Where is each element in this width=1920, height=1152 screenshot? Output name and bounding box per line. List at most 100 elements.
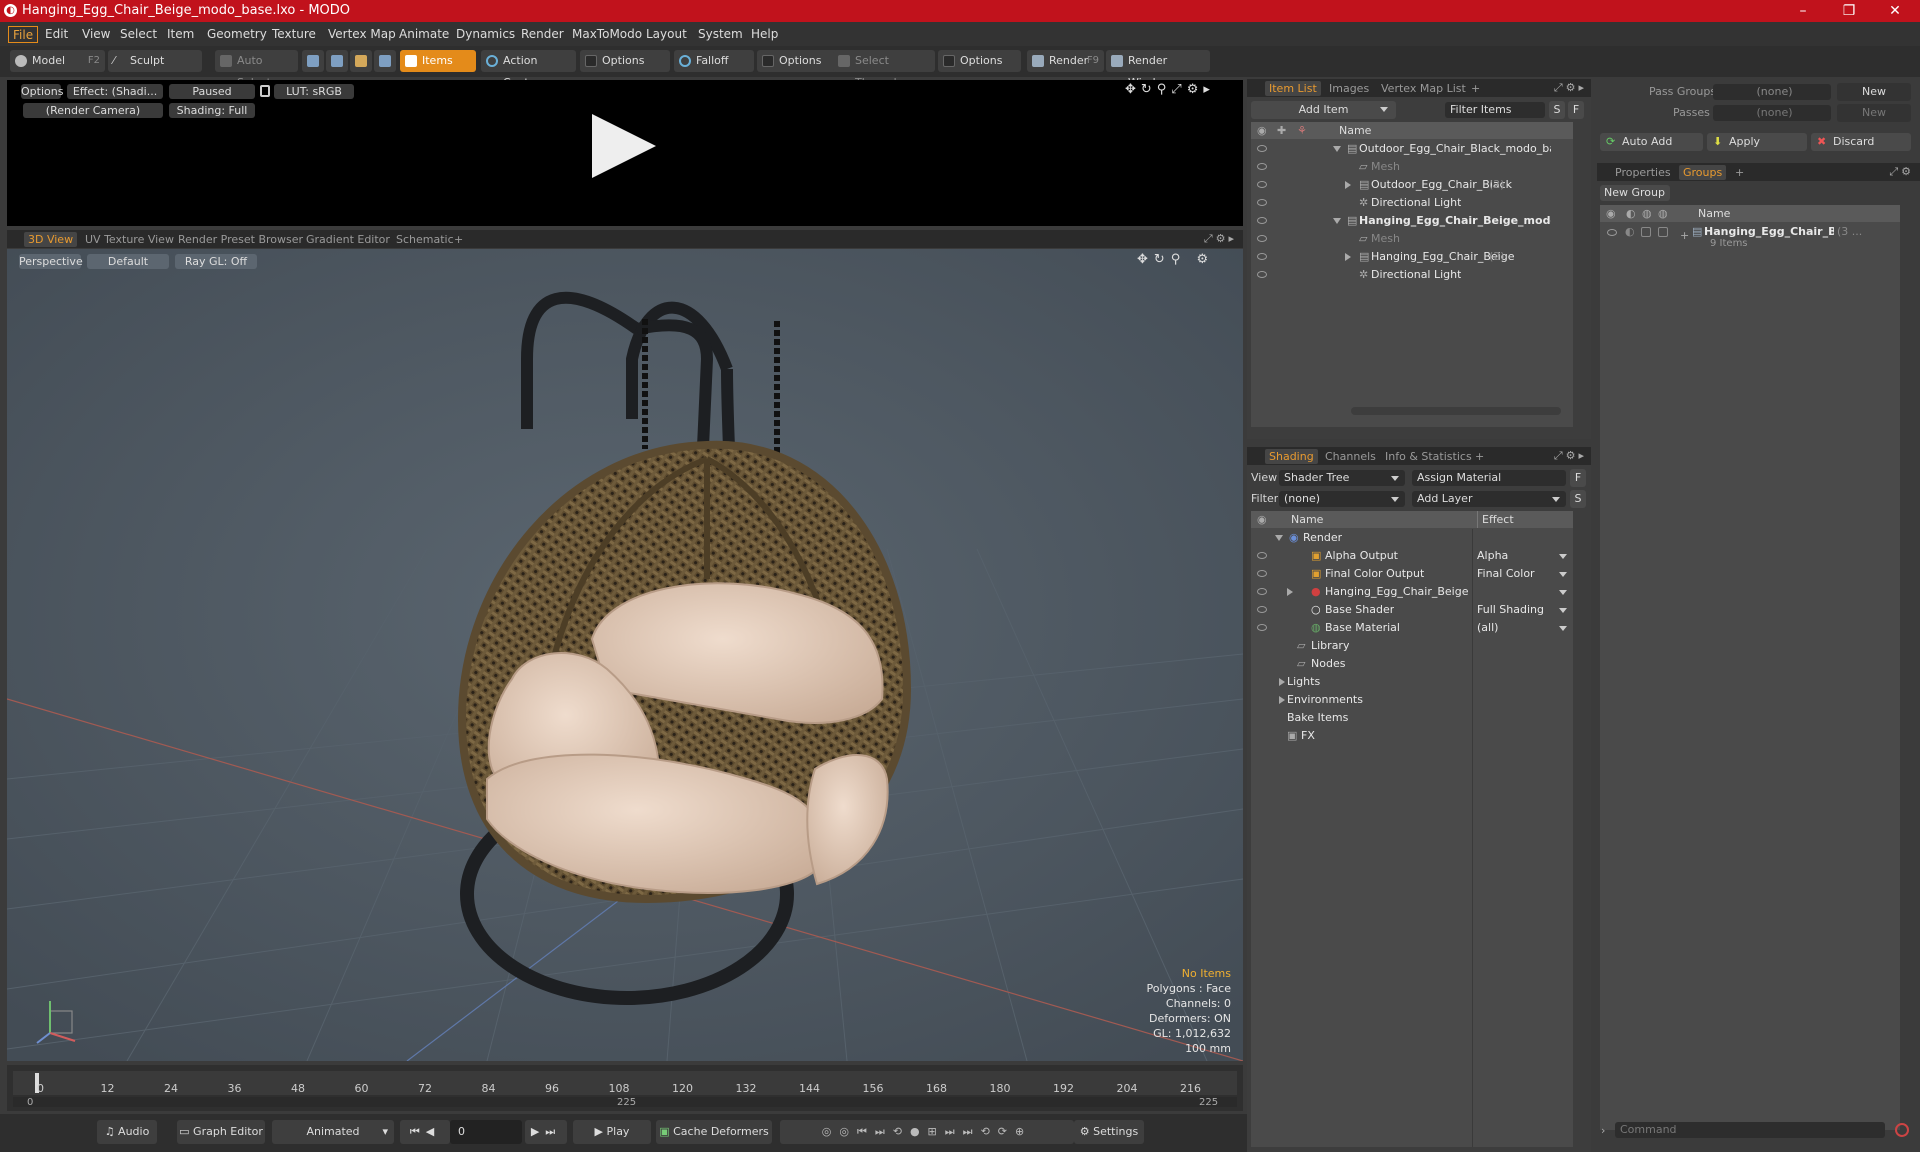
shader-tree-row[interactable]: ▣ FX — [1251, 727, 1573, 745]
item-list-row[interactable]: ▤Outdoor_Egg_Chair_Black_modo_base.lxo — [1251, 140, 1573, 158]
command-expand-icon[interactable]: › — [1601, 1124, 1605, 1137]
settings-button[interactable]: ⚙ Settings — [1074, 1120, 1144, 1144]
shader-tree-row[interactable]: ▱ Nodes — [1251, 655, 1573, 673]
audio-button[interactable]: ♫ Audio — [97, 1120, 157, 1144]
menu-maxtomodo[interactable]: MaxToModo — [568, 26, 646, 43]
tab-gradient-editor[interactable]: Gradient Editor — [302, 232, 394, 247]
menu-layout[interactable]: Layout — [642, 26, 691, 43]
new-pass-group-button[interactable]: New — [1837, 83, 1911, 101]
viewport-nav-icons[interactable]: ✥↻⚲ ⚙ — [1137, 252, 1214, 267]
item-list-row[interactable]: ✲ Directional Light — [1251, 266, 1573, 284]
3d-viewport[interactable]: Perspective Default Ray GL: Off ✥↻⚲ ⚙ No… — [7, 249, 1243, 1061]
vertices-mode-button[interactable] — [302, 50, 324, 72]
shader-tree-row[interactable]: ○ Base Shader Full Shading — [1251, 601, 1573, 619]
minimize-button[interactable]: – — [1780, 0, 1826, 22]
shader-tree-row[interactable]: Environments — [1251, 691, 1573, 709]
viewport-panel-icons[interactable]: ⤢⚙▸ — [1204, 232, 1237, 246]
apply-button[interactable]: ⬇ Apply — [1707, 133, 1807, 151]
add-tab-button[interactable]: + — [1471, 449, 1488, 464]
eye-icon[interactable] — [1257, 235, 1267, 242]
edges-mode-button[interactable] — [326, 50, 348, 72]
shader-tree-row[interactable]: ▣ Alpha Output Alpha — [1251, 547, 1573, 565]
materials-mode-button[interactable] — [374, 50, 396, 72]
expand-arrow-right-icon[interactable] — [1345, 181, 1351, 189]
expand-arrow-right-icon[interactable] — [1287, 588, 1293, 596]
sculpt-mode-button[interactable]: ⁄ Sculpt — [108, 50, 202, 72]
item-list-row[interactable]: ▤Hanging_Egg_Chair_Beige_modo_... — [1251, 212, 1573, 230]
horizontal-scrollbar[interactable] — [1351, 407, 1561, 415]
render-camera-dropdown[interactable]: (Render Camera) — [23, 103, 163, 118]
expand-arrow-down-icon[interactable] — [1275, 535, 1283, 541]
shader-effect-value[interactable]: Alpha — [1477, 547, 1557, 565]
menu-item[interactable]: Item — [163, 26, 198, 43]
filter-s-button[interactable]: S — [1549, 101, 1565, 119]
items-mode-button[interactable]: Items — [400, 50, 476, 72]
discard-button[interactable]: ✖ Discard — [1811, 133, 1911, 151]
step-forward-buttons[interactable]: ▶⏭ — [525, 1120, 567, 1144]
menu-select[interactable]: Select — [116, 26, 161, 43]
shader-tree-row[interactable]: ▱ Library — [1251, 637, 1573, 655]
frame-input[interactable]: 0 — [450, 1120, 522, 1144]
skip-back-buttons[interactable]: ⏮◀ — [400, 1120, 450, 1144]
tab-3d-view[interactable]: 3D View — [24, 232, 78, 247]
timeline[interactable]: 0 12 24 36 48 60 72 84 96 108 120 132 144 156 168 180 19… — [7, 1065, 1243, 1111]
new-pass-button[interactable]: New — [1837, 104, 1911, 122]
shader-tree-row[interactable]: Lights — [1251, 673, 1573, 691]
render-button[interactable]: Render F9 — [1027, 50, 1104, 72]
chevron-down-icon[interactable] — [1559, 590, 1567, 595]
default-dropdown[interactable]: Default — [87, 254, 169, 269]
render-window-button[interactable]: Render Window — [1106, 50, 1210, 89]
add-layer-dropdown[interactable]: Add Layer — [1412, 491, 1566, 507]
eye-icon[interactable] — [1257, 217, 1267, 224]
shader-tree-dropdown[interactable]: Shader Tree — [1279, 470, 1405, 486]
cache-deformers-button[interactable]: ▣ Cache Deformers — [656, 1120, 772, 1144]
panel-icons[interactable]: ⤢⚙ — [1889, 165, 1914, 179]
model-mode-button[interactable]: Model F2 — [10, 50, 105, 72]
perspective-dropdown[interactable]: Perspective — [19, 254, 83, 269]
falloff-button[interactable]: Falloff — [674, 50, 754, 72]
lock-icon[interactable] — [260, 85, 270, 97]
tab-info-statistics[interactable]: Info & Statistics — [1381, 449, 1476, 464]
preview-options-button[interactable]: Options — [21, 84, 63, 99]
new-group-button[interactable]: New Group — [1600, 185, 1670, 201]
tab-shading[interactable]: Shading — [1265, 449, 1318, 464]
menu-vertex-map[interactable]: Vertex Map — [324, 26, 400, 43]
tab-render-preset-browser[interactable]: Render Preset Browser — [174, 232, 307, 247]
filter-f-button[interactable]: F — [1568, 101, 1584, 119]
panel-icons[interactable]: ⤢⚙▸ — [1554, 81, 1587, 95]
shader-tree-row[interactable]: ◍ Base Material (all) — [1251, 619, 1573, 637]
shader-effect-value[interactable]: Final Color — [1477, 565, 1557, 583]
preview-paused-button[interactable]: Paused — [169, 84, 255, 99]
eye-icon[interactable] — [1257, 271, 1267, 278]
eye-icon[interactable] — [1257, 570, 1267, 577]
expand-arrow-right-icon[interactable] — [1345, 253, 1351, 261]
shader-effect-value[interactable]: Full Shading — [1477, 601, 1557, 619]
eye-icon[interactable] — [1607, 229, 1617, 236]
eye-icon[interactable] — [1257, 624, 1267, 631]
tab-properties[interactable]: Properties — [1611, 165, 1675, 180]
group-row[interactable]: ◐ + ▤ Hanging_Egg_Chair_Beige (3 ... 9 I… — [1600, 223, 1900, 249]
graph-editor-button[interactable]: ▭ Graph Editor — [177, 1120, 265, 1144]
shader-tree-row[interactable]: ● Hanging_Egg_Chair_Beige ... — [1251, 583, 1573, 601]
eye-icon[interactable] — [1257, 606, 1267, 613]
menu-render[interactable]: Render — [517, 26, 568, 43]
passes-dropdown[interactable]: (none) — [1713, 105, 1831, 121]
menu-dynamics[interactable]: Dynamics — [452, 26, 519, 43]
eye-icon[interactable] — [1257, 181, 1267, 188]
menu-system[interactable]: System — [694, 26, 747, 43]
menu-file[interactable]: File — [8, 26, 39, 43]
animated-dropdown[interactable]: Animated ▾ — [272, 1120, 394, 1144]
menu-animate[interactable]: Animate — [395, 26, 453, 43]
tab-vertex-map-list[interactable]: Vertex Map List — [1377, 81, 1470, 96]
chevron-down-icon[interactable] — [1559, 608, 1567, 613]
panel-icons[interactable]: ⤢⚙▸ — [1554, 449, 1587, 463]
eye-icon[interactable] — [1257, 588, 1267, 595]
menu-view[interactable]: View — [78, 26, 114, 43]
item-list-row[interactable]: ▤ Outdoor_Egg_Chair_Black (2) — [1251, 176, 1573, 194]
lock-checkbox[interactable] — [1641, 227, 1651, 237]
eye-icon[interactable] — [1257, 199, 1267, 206]
key-tools-buttons[interactable]: ◎◎⏮⏭⟲●⊞⏭⏭⟲⟳⊕ — [780, 1120, 1074, 1144]
filter-dropdown[interactable]: (none) — [1279, 491, 1405, 507]
action-center-button[interactable]: Action Center — [481, 50, 576, 89]
menu-texture[interactable]: Texture — [268, 26, 320, 43]
